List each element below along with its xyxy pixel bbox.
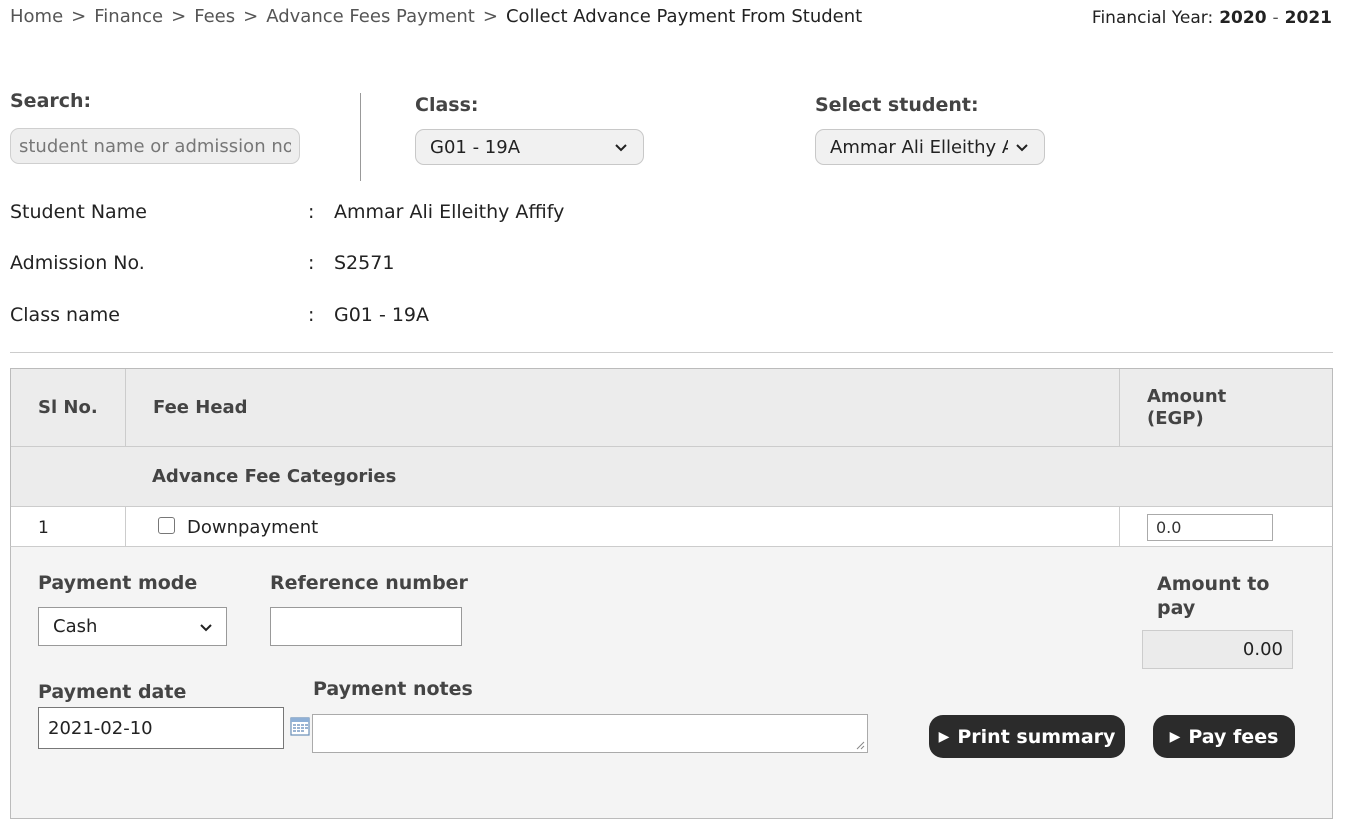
category-row: Advance Fee Categories <box>11 447 1332 507</box>
print-summary-button[interactable]: ▶ Print summary <box>929 715 1125 758</box>
student-name-label: Student Name <box>10 201 147 223</box>
financial-year-end: 2021 <box>1284 8 1332 28</box>
header-sl-no: Sl No. <box>11 369 126 446</box>
category-label: Advance Fee Categories <box>152 466 397 487</box>
payment-mode-value: Cash <box>53 616 98 637</box>
financial-year-start: 2020 <box>1219 8 1267 28</box>
resize-handle-icon[interactable] <box>855 740 865 750</box>
class-select-value: G01 - 19A <box>430 136 521 158</box>
print-summary-label: Print summary <box>957 725 1116 748</box>
table-header-row: Sl No. Fee Head Amount (EGP) <box>11 369 1332 447</box>
amount-to-pay-label: Amount to pay <box>1157 572 1269 620</box>
info-colon: : <box>308 252 315 274</box>
breadcrumb-home[interactable]: Home <box>10 6 63 27</box>
payment-date-input[interactable]: 2021-02-10 <box>38 707 284 749</box>
info-colon: : <box>308 201 315 223</box>
calendar-icon[interactable] <box>290 716 310 736</box>
breadcrumb-advance-fees-payment[interactable]: Advance Fees Payment <box>266 6 475 27</box>
pay-fees-button[interactable]: ▶ Pay fees <box>1153 715 1295 758</box>
downpayment-checkbox[interactable] <box>158 517 175 534</box>
payment-notes-label: Payment notes <box>313 678 473 700</box>
pay-fees-label: Pay fees <box>1188 725 1279 748</box>
breadcrumb-finance[interactable]: Finance <box>94 6 163 27</box>
class-label: Class: <box>415 94 479 116</box>
class-name-label: Class name <box>10 304 120 326</box>
filter-divider <box>360 93 361 181</box>
header-amount-line1: Amount <box>1147 385 1227 407</box>
amount-input[interactable]: 0.0 <box>1147 514 1273 541</box>
table-row: 1 Downpayment 0.0 <box>11 507 1332 548</box>
payment-mode-label: Payment mode <box>38 572 198 594</box>
header-amount-line2: (EGP) <box>1147 407 1204 429</box>
breadcrumb-separator: > <box>71 6 87 27</box>
row-sl-no: 1 <box>11 507 126 548</box>
payment-mode-select[interactable]: Cash <box>38 607 227 646</box>
breadcrumb-fees[interactable]: Fees <box>194 6 235 27</box>
search-input[interactable] <box>10 128 300 164</box>
breadcrumb: Home > Finance > Fees > Advance Fees Payment > C… <box>10 6 862 27</box>
breadcrumb-separator: > <box>243 6 259 27</box>
class-name-value: G01 - 19A <box>334 304 430 326</box>
payment-date-label: Payment date <box>38 681 187 703</box>
chevron-down-icon <box>200 623 212 631</box>
student-select[interactable]: Ammar Ali Elleithy Affify <box>815 129 1045 165</box>
search-label: Search: <box>10 90 92 112</box>
chevron-down-icon <box>615 144 627 152</box>
class-select[interactable]: G01 - 19A <box>415 129 644 165</box>
reference-number-label: Reference number <box>270 572 468 594</box>
financial-year-dash: - <box>1272 8 1279 28</box>
payment-notes-textarea[interactable] <box>312 714 868 753</box>
student-select-value: Ammar Ali Elleithy Affify <box>830 136 1008 158</box>
amount-to-pay-label-line2: pay <box>1157 597 1196 619</box>
financial-year-label: Financial Year: <box>1091 8 1214 28</box>
breadcrumb-separator: > <box>171 6 187 27</box>
info-colon: : <box>308 304 315 326</box>
payment-panel <box>10 546 1333 819</box>
row-fee-head-label: Downpayment <box>187 517 319 538</box>
amount-to-pay-value: 0.00 <box>1142 630 1293 669</box>
admission-no-value: S2571 <box>334 252 395 274</box>
select-student-label: Select student: <box>815 94 979 116</box>
row-fee-head: Downpayment <box>126 507 1120 548</box>
section-divider <box>10 352 1333 353</box>
reference-number-input[interactable] <box>270 607 462 646</box>
financial-year: Financial Year: 2020-2021 <box>1092 8 1332 28</box>
fee-table: Sl No. Fee Head Amount (EGP) Advance Fee… <box>10 368 1333 549</box>
play-triangle-icon: ▶ <box>938 728 950 745</box>
breadcrumb-current: Collect Advance Payment From Student <box>505 6 863 27</box>
header-fee-head: Fee Head <box>126 369 1120 446</box>
admission-no-label: Admission No. <box>10 252 145 274</box>
play-triangle-icon: ▶ <box>1169 728 1181 745</box>
row-amount-cell: 0.0 <box>1120 507 1332 548</box>
student-name-value: Ammar Ali Elleithy Affify <box>334 201 565 223</box>
header-amount: Amount (EGP) <box>1120 369 1332 446</box>
breadcrumb-separator: > <box>482 6 498 27</box>
chevron-down-icon <box>1016 144 1028 152</box>
amount-to-pay-label-line1: Amount to <box>1157 573 1270 595</box>
